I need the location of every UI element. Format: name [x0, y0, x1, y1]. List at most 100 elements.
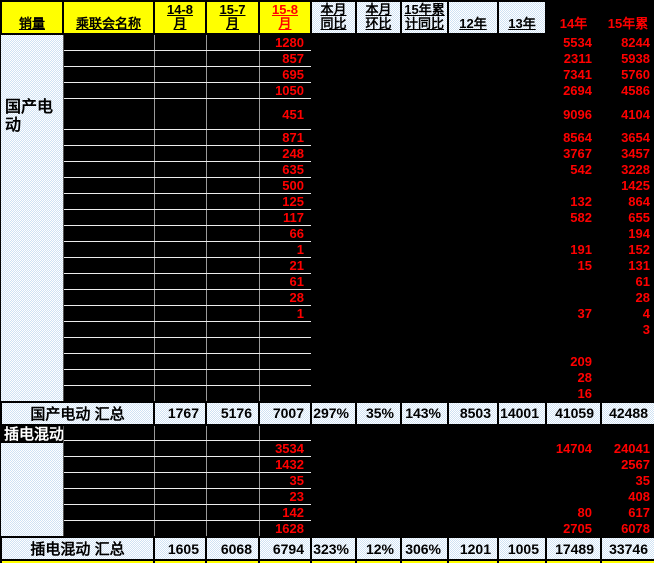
cell-2013-redacted: [498, 489, 546, 505]
value-2014: 15: [546, 258, 601, 274]
column-header-label: 15年累: [608, 16, 648, 31]
cell-14-8-redacted: [154, 99, 206, 130]
column-header-5: 15-8 月: [259, 1, 311, 34]
cell-2013-redacted: [498, 162, 546, 178]
cell-14-8-redacted: [154, 370, 206, 386]
data-row: 1191152: [1, 242, 654, 258]
summary-label: 插电混动 汇总: [1, 537, 154, 560]
name-cell-redacted: [63, 274, 154, 290]
cell-2012-redacted: [448, 99, 498, 130]
cell-15-7-redacted: [206, 354, 259, 370]
value-15-8: 1: [259, 306, 311, 322]
value-15-8: 117: [259, 210, 311, 226]
cell-2013-redacted: [498, 505, 546, 521]
cell-15-7-redacted: [206, 274, 259, 290]
cell-14-8-redacted: [154, 51, 206, 67]
value-2014: 9096: [546, 99, 601, 130]
name-cell-redacted: [63, 258, 154, 274]
value-2015-cum: [601, 425, 654, 441]
value-2015-cum: 152: [601, 242, 654, 258]
value-2014: [546, 290, 601, 306]
summary-value: 8503: [448, 402, 498, 425]
name-cell-redacted: [63, 489, 154, 505]
cell-2013-redacted: [498, 354, 546, 370]
cell-2013-redacted: [498, 258, 546, 274]
value-15-8: [259, 386, 311, 402]
value-2014: 209: [546, 354, 601, 370]
cell-15-7-redacted: [206, 505, 259, 521]
cell-2012-redacted: [448, 441, 498, 457]
value-2015-cum: [601, 386, 654, 402]
cell-2012-redacted: [448, 274, 498, 290]
cell-2012-redacted: [448, 178, 498, 194]
value-2014: 5534: [546, 34, 601, 51]
cell-ytd-yoy-redacted: [401, 386, 448, 402]
column-header-4: 15-7 月: [206, 1, 259, 34]
cell-mom-mom-redacted: [356, 354, 401, 370]
value-2014: 3767: [546, 146, 601, 162]
data-row: 插电混动: [1, 425, 654, 441]
cell-mom-yoy-redacted: [311, 306, 356, 322]
cell-mom-mom-redacted: [356, 146, 401, 162]
cell-ytd-yoy-redacted: [401, 505, 448, 521]
value-15-8: [259, 354, 311, 370]
value-15-8: 28: [259, 290, 311, 306]
value-15-8: 248: [259, 146, 311, 162]
cell-mom-mom-redacted: [356, 226, 401, 242]
value-2015-cum: 4: [601, 306, 654, 322]
value-2014: 542: [546, 162, 601, 178]
cell-2012-redacted: [448, 130, 498, 146]
cell-2012-redacted: [448, 457, 498, 473]
cell-ytd-yoy-redacted: [401, 290, 448, 306]
cell-ytd-yoy-redacted: [401, 130, 448, 146]
value-15-8: 1432: [259, 457, 311, 473]
value-2014: [546, 274, 601, 290]
summary-value: 33746: [601, 537, 654, 560]
cell-mom-mom-redacted: [356, 210, 401, 226]
cell-ytd-yoy-redacted: [401, 194, 448, 210]
data-row: 87185643654: [1, 130, 654, 146]
cell-2013-redacted: [498, 521, 546, 538]
data-row: 2115131: [1, 258, 654, 274]
value-2015-cum: 655: [601, 210, 654, 226]
cell-mom-yoy-redacted: [311, 338, 356, 354]
cell-14-8-redacted: [154, 242, 206, 258]
summary-value: 1767: [154, 402, 206, 425]
cell-mom-yoy-redacted: [311, 274, 356, 290]
value-15-8: [259, 322, 311, 338]
cell-mom-yoy-redacted: [311, 386, 356, 402]
cell-2012-redacted: [448, 242, 498, 258]
cell-mom-mom-redacted: [356, 473, 401, 489]
name-cell-redacted: [63, 290, 154, 306]
cell-14-8-redacted: [154, 441, 206, 457]
value-2015-cum: 24041: [601, 441, 654, 457]
data-row: 3535: [1, 473, 654, 489]
value-2014: 2311: [546, 51, 601, 67]
value-2014: [546, 322, 601, 338]
cell-ytd-yoy-redacted: [401, 521, 448, 538]
name-cell-redacted: [63, 354, 154, 370]
cell-14-8-redacted: [154, 425, 206, 441]
cell-15-7-redacted: [206, 258, 259, 274]
cell-2013-redacted: [498, 194, 546, 210]
sales-data-table: 销量乘联会名称14-8 月15-7 月15-8 月本月 同比本月 环比15年累 …: [0, 0, 654, 563]
column-header-label: 12年: [459, 16, 486, 31]
name-cell-redacted: [63, 505, 154, 521]
summary-value: 14001: [498, 402, 546, 425]
cell-ytd-yoy-redacted: [401, 441, 448, 457]
column-header-label: 本月 同比: [320, 2, 346, 32]
cell-2013-redacted: [498, 67, 546, 83]
value-15-8: 857: [259, 51, 311, 67]
value-2015-cum: 3654: [601, 130, 654, 146]
cell-ytd-yoy-redacted: [401, 425, 448, 441]
cell-15-7-redacted: [206, 162, 259, 178]
cell-15-7-redacted: [206, 51, 259, 67]
data-row: 6161: [1, 274, 654, 290]
cell-2013-redacted: [498, 457, 546, 473]
cell-2013-redacted: [498, 51, 546, 67]
cell-15-7-redacted: [206, 99, 259, 130]
cell-2012-redacted: [448, 67, 498, 83]
name-cell-redacted: [63, 521, 154, 538]
cell-2012-redacted: [448, 146, 498, 162]
column-header-7: 本月 环比: [356, 1, 401, 34]
